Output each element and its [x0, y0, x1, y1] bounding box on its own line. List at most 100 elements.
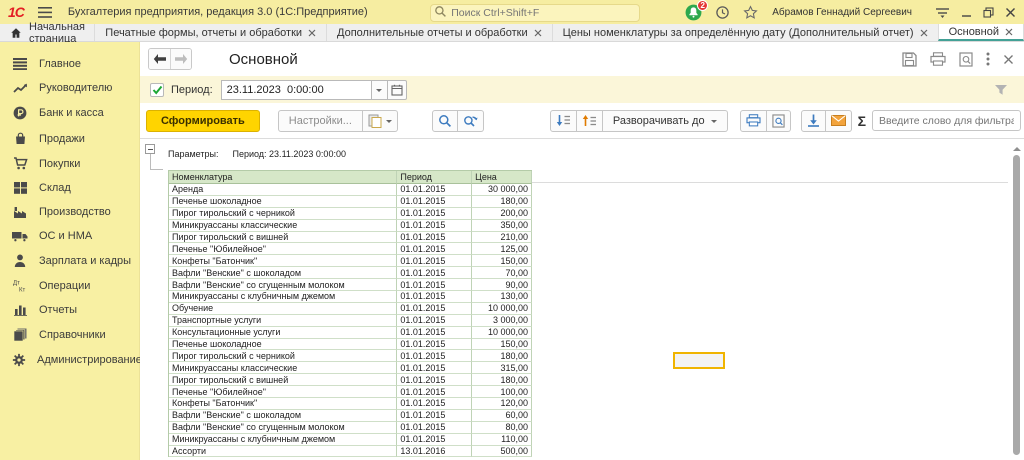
nomenclature-cell[interactable]: Печенье шоколадное [169, 339, 397, 351]
period-cell[interactable]: 01.01.2015 [397, 398, 472, 410]
price-cell[interactable]: 500,00 [472, 446, 532, 458]
tab-nomenclature-prices[interactable]: Цены номенклатуры за определённую дату (… [552, 24, 938, 41]
tab-main-report[interactable]: Основной [938, 24, 1024, 41]
price-cell[interactable]: 210,00 [472, 232, 532, 244]
selected-cell[interactable] [673, 352, 725, 369]
nomenclature-cell[interactable]: Вафли "Венские" со сгущенным молоком [169, 422, 397, 434]
nomenclature-cell[interactable]: Вафли "Венские" с шоколадом [169, 410, 397, 422]
period-cell[interactable]: 01.01.2015 [397, 422, 472, 434]
nomenclature-cell[interactable]: Обучение [169, 303, 397, 315]
scroll-up-arrow-icon[interactable] [1013, 143, 1021, 151]
global-search-input[interactable] [430, 4, 640, 22]
save-result-button[interactable] [801, 110, 826, 132]
price-cell[interactable]: 315,00 [472, 362, 532, 374]
period-cell[interactable]: 01.01.2015 [397, 255, 472, 267]
current-user[interactable]: Абрамов Геннадий Сергеевич [772, 7, 912, 18]
back-button[interactable] [149, 49, 170, 69]
calendar-button[interactable] [388, 80, 407, 100]
period-cell[interactable]: 01.01.2015 [397, 350, 472, 362]
nomenclature-cell[interactable]: Пирог тирольский с вишней [169, 232, 397, 244]
period-cell[interactable]: 01.01.2015 [397, 196, 472, 208]
price-cell[interactable]: 350,00 [472, 220, 532, 232]
sidebar-item-directories[interactable]: Справочники [0, 322, 139, 347]
close-form-icon[interactable] [1003, 54, 1014, 65]
tab-additional-reports[interactable]: Дополнительные отчеты и обработки [326, 24, 552, 41]
main-menu-icon[interactable] [38, 7, 52, 18]
tab-close-icon[interactable] [534, 29, 542, 37]
period-cell[interactable]: 01.01.2015 [397, 208, 472, 220]
price-cell[interactable]: 180,00 [472, 350, 532, 362]
sidebar-item-bank-cash[interactable]: Банк и касса [0, 100, 139, 126]
nomenclature-cell[interactable]: Конфеты "Батончик" [169, 255, 397, 267]
print-icon[interactable] [930, 52, 946, 66]
period-cell[interactable]: 13.01.2016 [397, 446, 472, 458]
nomenclature-cell[interactable]: Консультационные услуги [169, 327, 397, 339]
nomenclature-cell[interactable]: Пирог тирольский с черникой [169, 350, 397, 362]
notifications-bell-icon[interactable]: 2 [685, 4, 702, 21]
report-variants-button[interactable] [363, 110, 398, 132]
period-cell[interactable]: 01.01.2015 [397, 220, 472, 232]
price-cell[interactable]: 110,00 [472, 434, 532, 446]
expand-to-button[interactable]: Разворачивать до [603, 110, 728, 132]
price-cell[interactable]: 125,00 [472, 243, 532, 255]
column-header-period[interactable]: Период [397, 171, 472, 184]
period-date-input[interactable] [221, 80, 371, 100]
find-button[interactable] [432, 110, 458, 132]
price-cell[interactable]: 80,00 [472, 422, 532, 434]
price-cell[interactable]: 200,00 [472, 208, 532, 220]
filter-funnel-icon[interactable] [994, 84, 1008, 96]
period-cell[interactable]: 01.01.2015 [397, 386, 472, 398]
price-cell[interactable]: 90,00 [472, 279, 532, 291]
period-cell[interactable]: 01.01.2015 [397, 279, 472, 291]
period-cell[interactable]: 01.01.2015 [397, 315, 472, 327]
global-search[interactable] [430, 3, 640, 21]
sidebar-item-operations[interactable]: ДтКт Операции [0, 273, 139, 298]
vertical-scrollbar[interactable] [1011, 143, 1022, 460]
nomenclature-cell[interactable]: Миникруассаны с клубничным джемом [169, 434, 397, 446]
preview-icon[interactable] [959, 52, 973, 67]
nomenclature-cell[interactable]: Пирог тирольский с черникой [169, 208, 397, 220]
nomenclature-cell[interactable]: Конфеты "Батончик" [169, 398, 397, 410]
minimize-button[interactable] [961, 7, 972, 18]
nomenclature-cell[interactable]: Миникруассаны с клубничным джемом [169, 291, 397, 303]
period-cell[interactable]: 01.01.2015 [397, 327, 472, 339]
period-cell[interactable]: 01.01.2015 [397, 410, 472, 422]
period-cell[interactable]: 01.01.2015 [397, 362, 472, 374]
forward-button[interactable] [170, 49, 191, 69]
restore-window-button[interactable] [983, 7, 994, 18]
expand-levels-button[interactable] [550, 110, 577, 132]
price-cell[interactable]: 3 000,00 [472, 315, 532, 327]
nomenclature-cell[interactable]: Печенье "Юбилейное" [169, 243, 397, 255]
price-cell[interactable]: 10 000,00 [472, 303, 532, 315]
price-cell[interactable]: 70,00 [472, 267, 532, 279]
sidebar-item-fixed-assets[interactable]: ОС и НМА [0, 224, 139, 248]
column-header-nomenclature[interactable]: Номенклатура [169, 171, 397, 184]
group-collapse-box[interactable] [145, 144, 155, 154]
period-cell[interactable]: 01.01.2015 [397, 243, 472, 255]
price-cell[interactable]: 120,00 [472, 398, 532, 410]
sidebar-item-main[interactable]: Главное [0, 52, 139, 76]
more-actions-kebab-icon[interactable] [986, 52, 990, 66]
nomenclature-cell[interactable]: Пирог тирольский с вишней [169, 374, 397, 386]
price-cell[interactable]: 150,00 [472, 339, 532, 351]
collapse-levels-button[interactable] [577, 110, 603, 132]
sidebar-item-manager[interactable]: Руководителю [0, 76, 139, 100]
favorites-star-icon[interactable] [743, 5, 758, 20]
period-cell[interactable]: 01.01.2015 [397, 374, 472, 386]
sidebar-item-production[interactable]: Производство [0, 200, 139, 224]
price-cell[interactable]: 30 000,00 [472, 184, 532, 196]
period-cell[interactable]: 01.01.2015 [397, 434, 472, 446]
period-cell[interactable]: 01.01.2015 [397, 303, 472, 315]
period-cell[interactable]: 01.01.2015 [397, 291, 472, 303]
sidebar-item-warehouse[interactable]: Склад [0, 176, 139, 200]
history-icon[interactable] [715, 5, 730, 20]
service-menu-icon[interactable] [935, 6, 950, 18]
nomenclature-cell[interactable]: Ассорти [169, 446, 397, 458]
nomenclature-cell[interactable]: Транспортные услуги [169, 315, 397, 327]
price-cell[interactable]: 180,00 [472, 196, 532, 208]
save-icon[interactable] [902, 52, 917, 67]
sidebar-item-sales[interactable]: Продажи [0, 126, 139, 151]
price-cell[interactable]: 10 000,00 [472, 327, 532, 339]
nomenclature-cell[interactable]: Вафли "Венские" со сгущенным молоком [169, 279, 397, 291]
period-cell[interactable]: 01.01.2015 [397, 339, 472, 351]
